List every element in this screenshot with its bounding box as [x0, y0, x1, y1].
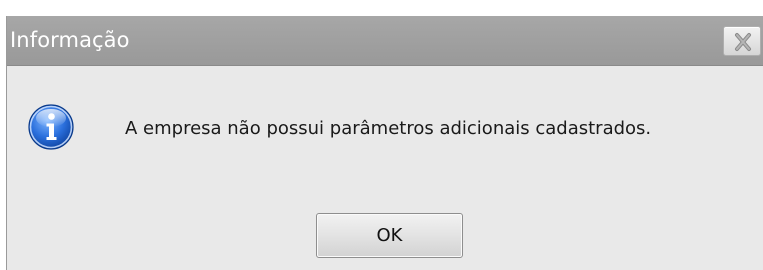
info-dialog: Informação A empresa não possui parâmetr…: [6, 16, 763, 270]
dialog-body: A empresa não possui parâmetros adiciona…: [7, 67, 763, 270]
info-icon: [27, 103, 75, 151]
title-bar[interactable]: Informação: [7, 16, 763, 66]
close-icon: [724, 27, 760, 57]
dialog-title: Informação: [10, 28, 130, 52]
close-button[interactable]: [723, 26, 761, 56]
ok-button[interactable]: OK: [316, 213, 463, 258]
dialog-message: A empresa não possui parâmetros adiciona…: [125, 118, 652, 139]
